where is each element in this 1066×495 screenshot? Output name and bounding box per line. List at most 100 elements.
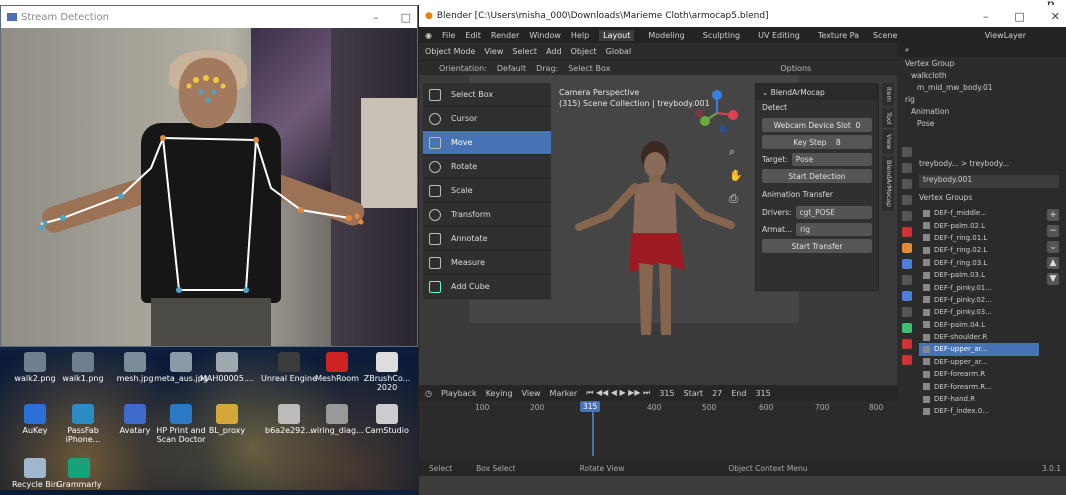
view-menu[interactable]: View	[522, 389, 541, 398]
vertex-group-menu-button[interactable]: ⌄	[1047, 241, 1059, 253]
minimize-button[interactable]: –	[373, 11, 379, 24]
tool-scale[interactable]: Scale	[423, 179, 551, 203]
desktop-icon[interactable]: CamStudio	[356, 404, 418, 435]
timeline-editor[interactable]: ◷ Playback Keying View Marker ⏮ ◀◀ ◀ ▶ ▶…	[419, 385, 897, 460]
keying-menu[interactable]: Keying	[486, 389, 513, 398]
tool-select-box[interactable]: Select Box	[423, 83, 551, 107]
options-dropdown[interactable]: Options	[780, 64, 811, 73]
tab-view[interactable]: View	[882, 130, 894, 154]
search-icon[interactable]: ⌕	[905, 45, 909, 55]
close-button[interactable]: ✕	[1051, 10, 1060, 23]
tool-add-cube[interactable]: Add Cube	[423, 275, 551, 299]
vertex-group-item[interactable]: DEF-shoulder.R	[919, 331, 1039, 343]
desktop-icon[interactable]: ZBrushCo... 2020	[356, 352, 418, 392]
outliner-item[interactable]: Animation	[897, 105, 1066, 117]
minimize-button[interactable]: –	[983, 10, 989, 23]
tab-layout[interactable]: Layout	[599, 29, 635, 41]
vertex-group-item[interactable]: DEF-forearm.R...	[919, 380, 1039, 392]
marker-menu[interactable]: Marker	[550, 389, 578, 398]
armature-field[interactable]: rig	[796, 222, 872, 236]
mesh-name-field[interactable]: treybody.001	[919, 175, 1059, 188]
stream-detection-window[interactable]: Stream Detection – □	[0, 5, 418, 347]
vertex-group-item[interactable]: DEF-palm.03.L	[919, 269, 1039, 281]
scene-properties-icon[interactable]	[902, 211, 912, 221]
particles-icon[interactable]	[902, 275, 912, 285]
outliner-item[interactable]: Vertex Group	[897, 57, 1066, 69]
menu-help[interactable]: Help	[571, 31, 589, 40]
tool-properties-icon[interactable]	[902, 147, 912, 157]
vertex-group-item[interactable]: DEF-f_pinky.01...	[919, 281, 1039, 293]
vertex-group-item[interactable]: DEF-palm.02.L	[919, 219, 1039, 231]
object-mode-dropdown[interactable]: Object Mode	[425, 47, 475, 56]
constraints-icon[interactable]	[902, 307, 912, 317]
maximize-button[interactable]: □	[401, 11, 411, 24]
move-down-button[interactable]: ▼	[1047, 273, 1059, 285]
3d-viewport[interactable]: Select Box Cursor Move Rotate Scale Tran…	[419, 75, 897, 385]
tab-blendarmocap[interactable]: BlendArMocap	[882, 155, 894, 211]
key-step-field[interactable]: Key Step 8	[762, 135, 872, 149]
tab-sculpting[interactable]: Sculpting	[699, 30, 744, 41]
end-frame-field[interactable]: 315	[755, 389, 770, 398]
properties-editor[interactable]: treybody... > treybody... treybody.001 V…	[897, 143, 1066, 460]
vertex-group-item[interactable]: DEF-forearm.R	[919, 368, 1039, 380]
menu-render[interactable]: Render	[491, 31, 519, 40]
menu-edit[interactable]: Edit	[465, 31, 481, 40]
stream-titlebar[interactable]: Stream Detection – □	[1, 6, 417, 28]
data-properties-icon[interactable]	[902, 323, 912, 333]
tool-transform[interactable]: Transform	[423, 203, 551, 227]
physics-icon[interactable]	[902, 291, 912, 301]
webcam-slot-field[interactable]: Webcam Device Slot 0	[762, 118, 872, 132]
tab-modeling[interactable]: Modeling	[644, 30, 688, 41]
start-detection-button[interactable]: Start Detection	[762, 169, 872, 183]
orientation-dropdown[interactable]: Default	[497, 64, 526, 73]
menu-window[interactable]: Window	[529, 31, 561, 40]
vertex-group-item[interactable]: DEF-f_pinky.02...	[919, 294, 1039, 306]
material-properties-icon[interactable]	[902, 339, 912, 349]
menu-object[interactable]: Object	[571, 47, 597, 56]
menu-view[interactable]: View	[484, 47, 503, 56]
character-model[interactable]	[559, 135, 749, 345]
blender-menu-icon[interactable]: ◉	[425, 31, 432, 40]
tool-rotate[interactable]: Rotate	[423, 155, 551, 179]
scene-selector[interactable]: Scene	[873, 31, 897, 40]
outliner-item[interactable]: walkcloth	[897, 69, 1066, 81]
blender-titlebar[interactable]: ● Blender [C:\Users\misha_000\Downloads\…	[419, 5, 1066, 27]
vertex-group-item[interactable]: DEF-hand.R	[919, 393, 1039, 405]
move-up-button[interactable]: ▲	[1047, 257, 1059, 269]
tool-cursor[interactable]: Cursor	[423, 107, 551, 131]
tab-tool[interactable]: Tool	[882, 107, 894, 129]
transform-orientation-dropdown[interactable]: Global	[606, 47, 632, 56]
view-layer-selector[interactable]: ViewLayer	[985, 31, 1026, 40]
add-vertex-group-button[interactable]: +	[1047, 209, 1059, 221]
object-properties-icon[interactable]	[902, 243, 912, 253]
start-transfer-button[interactable]: Start Transfer	[762, 239, 872, 253]
maximize-button[interactable]: □	[1014, 10, 1024, 23]
playback-menu[interactable]: Playback	[441, 389, 477, 398]
world-properties-icon[interactable]	[902, 227, 912, 237]
outliner-item[interactable]: Pose	[897, 117, 1066, 129]
menu-select[interactable]: Select	[512, 47, 537, 56]
drag-dropdown[interactable]: Select Box	[568, 64, 610, 73]
current-frame-field[interactable]: 315	[659, 389, 674, 398]
vertex-group-item[interactable]: DEF-f_index.0...	[919, 405, 1039, 417]
playback-controls[interactable]: ⏮ ◀◀ ◀ ▶ ▶▶ ⏭	[586, 388, 650, 398]
texture-properties-icon[interactable]	[902, 355, 912, 365]
vertex-group-item[interactable]: DEF-f_middle...	[919, 207, 1039, 219]
render-properties-icon[interactable]	[902, 163, 912, 173]
vertex-group-item[interactable]: DEF-upper_ar...	[919, 356, 1039, 368]
vertex-group-item[interactable]: DEF-palm.04.L	[919, 319, 1039, 331]
outliner[interactable]: ⌕ Vertex Group walkcloth m_mid_mw_body.01 r…	[897, 43, 1066, 143]
target-dropdown[interactable]: Pose	[791, 152, 872, 166]
tab-uv-editing[interactable]: UV Editing	[754, 30, 804, 41]
vertex-group-item[interactable]: DEF-f_ring.02.L	[919, 244, 1039, 256]
desktop-icon[interactable]: MAH00005....	[196, 352, 258, 383]
vertex-group-item[interactable]: DEF-upper_ar...	[919, 343, 1039, 356]
output-properties-icon[interactable]	[902, 179, 912, 189]
vertex-group-item[interactable]: DEF-f_ring.01.L	[919, 232, 1039, 244]
blender-window[interactable]: ● Blender [C:\Users\misha_000\Downloads\…	[418, 5, 1066, 495]
vertex-group-item[interactable]: DEF-f_pinky.03...	[919, 306, 1039, 318]
tool-annotate[interactable]: Annotate	[423, 227, 551, 251]
start-frame-field[interactable]: 27	[712, 389, 722, 398]
tool-move[interactable]: Move	[423, 131, 551, 155]
panel-header[interactable]: ⌄ BlendArMocap	[756, 84, 878, 100]
